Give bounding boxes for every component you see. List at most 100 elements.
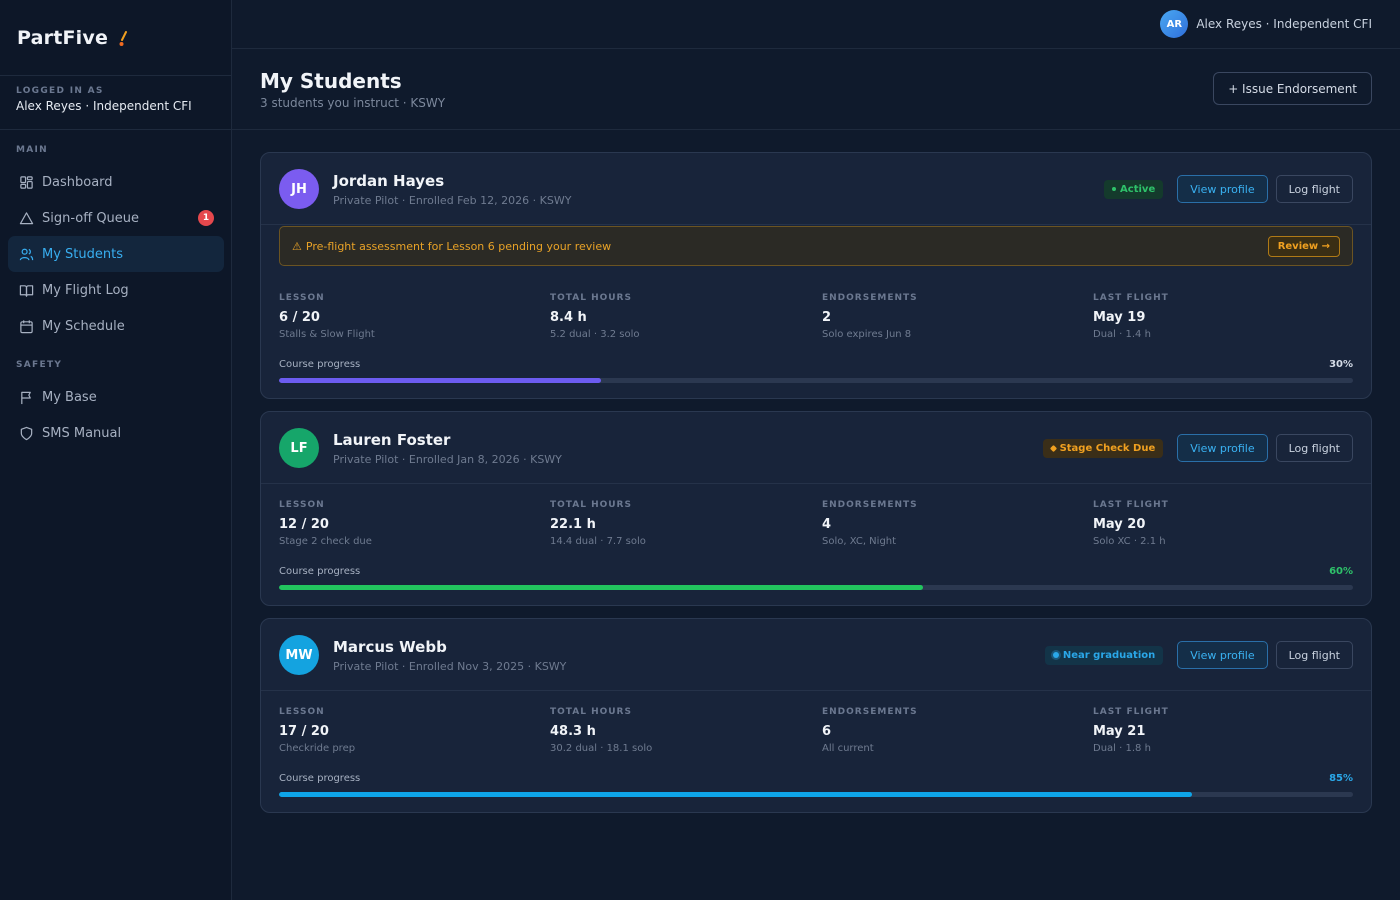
progress-fill — [279, 792, 1192, 797]
stat-total-hours: TOTAL HOURS 22.1 h 14.4 dual · 7.7 solo — [550, 500, 810, 547]
sidebar-item-dashboard[interactable]: Dashboard — [8, 164, 224, 200]
stat-sub: 5.2 dual · 3.2 solo — [550, 329, 640, 340]
stat-sub: Checkride prep — [279, 743, 356, 754]
issue-endorsement-button[interactable]: + Issue Endorsement — [1213, 72, 1372, 105]
sidebar-item-label: Dashboard — [42, 174, 113, 190]
stat-caption: LAST FLIGHT — [1093, 293, 1169, 303]
card-actions: Active View profile Log flight — [1104, 175, 1353, 203]
card-actions: Near graduation View profile Log flight — [1044, 641, 1353, 669]
sidebar-item-my-base[interactable]: My Base — [8, 379, 224, 415]
status-badge: Stage Check Due — [1042, 438, 1164, 458]
review-button[interactable]: Review → — [1267, 236, 1340, 257]
stat-sub: Dual · 1.8 h — [1093, 743, 1151, 754]
stat-endorsements: ENDORSEMENTS 6 All current — [822, 707, 1082, 754]
student-name[interactable]: Marcus Webb — [333, 638, 447, 656]
student-card-header: JH Jordan Hayes Private Pilot · Enrolled… — [261, 153, 1371, 225]
log-flight-button[interactable]: Log flight — [1275, 434, 1353, 462]
brand-name: PartFive — [17, 26, 109, 49]
sidebar-item-my-flight-log[interactable]: My Flight Log — [8, 272, 224, 308]
sidebar-item-my-schedule[interactable]: My Schedule — [8, 308, 224, 344]
topbar: AR Alex Reyes · Independent CFI — [232, 0, 1400, 49]
status-dot-icon — [1052, 652, 1059, 658]
stat-value: May 19 — [1093, 310, 1146, 325]
warning-icon: ⚠ — [292, 239, 302, 253]
stat-value: 12 / 20 — [279, 517, 329, 532]
progress-label: Course progress — [279, 359, 361, 370]
stat-value: May 20 — [1093, 517, 1146, 532]
stat-value: May 21 — [1093, 724, 1146, 739]
status-label: Stage Check Due — [1059, 442, 1156, 454]
stat-value: 48.3 h — [550, 724, 596, 739]
page-subtitle: 3 students you instruct · KSWY — [260, 96, 446, 110]
view-profile-button[interactable]: View profile — [1177, 175, 1268, 203]
stat-caption: LAST FLIGHT — [1093, 707, 1169, 717]
stat-caption: ENDORSEMENTS — [822, 293, 918, 303]
logo-mark-icon — [119, 30, 128, 46]
stat-value: 17 / 20 — [279, 724, 329, 739]
stat-sub: Stalls & Slow Flight — [279, 329, 375, 340]
student-name[interactable]: Lauren Foster — [333, 431, 450, 449]
progress-track — [279, 792, 1353, 797]
sidebar-item-signoff-queue[interactable]: Sign-off Queue 1 — [8, 200, 224, 236]
status-label: Active — [1120, 183, 1156, 195]
stat-lesson: LESSON 12 / 20 Stage 2 check due — [279, 500, 539, 547]
flag-icon — [18, 389, 34, 405]
grid-icon — [18, 174, 34, 190]
progress-track — [279, 378, 1353, 383]
nav-safety: SAFETY My Base SMS Manual — [0, 360, 232, 451]
brand[interactable]: PartFive — [0, 0, 231, 76]
stat-endorsements: ENDORSEMENTS 2 Solo expires Jun 8 — [822, 293, 1082, 340]
status-dot-icon — [1049, 444, 1057, 452]
stat-total-hours: TOTAL HOURS 8.4 h 5.2 dual · 3.2 solo — [550, 293, 810, 340]
stat-sub: 14.4 dual · 7.7 solo — [550, 536, 646, 547]
stat-last-flight: LAST FLIGHT May 19 Dual · 1.4 h — [1093, 293, 1353, 340]
status-dot-icon — [1112, 187, 1117, 191]
nav-section-main: MAIN — [16, 145, 49, 155]
stat-total-hours: TOTAL HOURS 48.3 h 30.2 dual · 18.1 solo — [550, 707, 810, 754]
sidebar-item-sms-manual[interactable]: SMS Manual — [8, 415, 224, 451]
student-card-header: MW Marcus Webb Private Pilot · Enrolled … — [261, 619, 1371, 691]
logged-caption: LOGGED IN AS — [16, 86, 104, 96]
stat-last-flight: LAST FLIGHT May 20 Solo XC · 2.1 h — [1093, 500, 1353, 547]
stat-endorsements: ENDORSEMENTS 4 Solo, XC, Night — [822, 500, 1082, 547]
stat-sub: Solo XC · 2.1 h — [1093, 536, 1166, 547]
progress-label: Course progress — [279, 773, 361, 784]
view-profile-button[interactable]: View profile — [1177, 434, 1268, 462]
stat-caption: LESSON — [279, 293, 325, 303]
log-flight-button[interactable]: Log flight — [1275, 641, 1353, 669]
stat-caption: LESSON — [279, 707, 325, 717]
page-title: My Students — [260, 69, 402, 93]
student-card: LF Lauren Foster Private Pilot · Enrolle… — [260, 411, 1372, 606]
stat-sub: All current — [822, 743, 874, 754]
progress-label: Course progress — [279, 566, 361, 577]
stat-value: 8.4 h — [550, 310, 587, 325]
sidebar-item-label: My Base — [42, 389, 97, 405]
student-card: MW Marcus Webb Private Pilot · Enrolled … — [260, 618, 1372, 813]
progress-percent: 60% — [1329, 566, 1353, 577]
student-card-header: LF Lauren Foster Private Pilot · Enrolle… — [261, 412, 1371, 484]
sidebar-item-my-students[interactable]: My Students — [8, 236, 224, 272]
pending-review-alert: ⚠ Pre-flight assessment for Lesson 6 pen… — [279, 226, 1353, 266]
progress-percent: 85% — [1329, 773, 1353, 784]
stat-caption: TOTAL HOURS — [550, 707, 632, 717]
users-icon — [18, 246, 34, 262]
stat-lesson: LESSON 17 / 20 Checkride prep — [279, 707, 539, 754]
student-meta: Private Pilot · Enrolled Jan 8, 2026 · K… — [333, 453, 562, 466]
nav-section-safety: SAFETY — [16, 360, 63, 370]
stat-value: 6 / 20 — [279, 310, 320, 325]
sidebar-item-label: My Students — [42, 246, 123, 262]
progress-fill — [279, 585, 924, 590]
stat-last-flight: LAST FLIGHT May 21 Dual · 1.8 h — [1093, 707, 1353, 754]
stat-caption: ENDORSEMENTS — [822, 707, 918, 717]
logged-in-block: LOGGED IN AS Alex Reyes · Independent CF… — [0, 76, 231, 130]
book-icon — [18, 282, 34, 298]
topbar-user[interactable]: Alex Reyes · Independent CFI — [1196, 17, 1372, 31]
view-profile-button[interactable]: View profile — [1177, 641, 1268, 669]
log-flight-button[interactable]: Log flight — [1275, 175, 1353, 203]
progress-percent: 30% — [1329, 359, 1353, 370]
student-name[interactable]: Jordan Hayes — [333, 172, 444, 190]
stat-caption: TOTAL HOURS — [550, 293, 632, 303]
stat-caption: LESSON — [279, 500, 325, 510]
avatar[interactable]: AR — [1160, 10, 1189, 38]
stat-value: 22.1 h — [550, 517, 596, 532]
